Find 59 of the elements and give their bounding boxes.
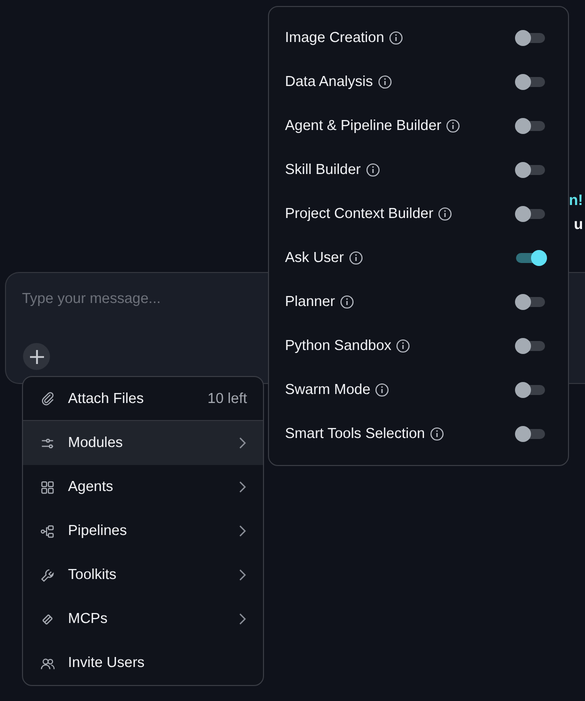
menu-item-label: Attach Files xyxy=(68,390,145,406)
plus-icon xyxy=(28,348,44,364)
chevron-icon xyxy=(238,437,246,449)
module-label: Smart Tools Selection xyxy=(285,426,425,442)
paperclip-icon xyxy=(40,391,55,406)
toggle-switch[interactable] xyxy=(516,121,545,131)
module-label: Agent & Pipeline Builder xyxy=(285,118,442,134)
toggle-switch[interactable] xyxy=(516,165,545,175)
menu-item-label: Toolkits xyxy=(68,567,118,583)
menu-item[interactable]: Toolkits xyxy=(23,553,263,597)
toggle-switch[interactable] xyxy=(516,341,545,351)
info-icon[interactable] xyxy=(389,31,404,45)
info-icon[interactable] xyxy=(366,163,380,177)
add-button[interactable] xyxy=(23,343,50,370)
info-icon[interactable] xyxy=(340,295,354,309)
menu-item-label: Pipelines xyxy=(68,523,128,539)
sliders-icon xyxy=(40,436,55,450)
info-icon[interactable] xyxy=(348,251,363,265)
menu-item[interactable]: Modules xyxy=(23,421,263,465)
module-label: Ask User xyxy=(285,250,344,266)
menu-item[interactable]: Agents xyxy=(23,465,263,509)
info-icon[interactable] xyxy=(375,383,390,397)
menu-item[interactable]: Pipelines xyxy=(23,509,263,553)
toggle-switch[interactable] xyxy=(516,385,545,395)
background-text: n! xyxy=(568,193,583,209)
chevron-icon xyxy=(238,613,246,625)
menu-item[interactable]: Invite Users xyxy=(23,641,263,685)
info-icon[interactable] xyxy=(430,427,444,441)
chevron-icon xyxy=(238,525,246,537)
module-label: Image Creation xyxy=(285,30,384,46)
toggle-switch[interactable] xyxy=(516,429,545,439)
toggle-switch[interactable] xyxy=(516,297,545,307)
module-label: Skill Builder xyxy=(285,162,361,178)
module-label: Swarm Mode xyxy=(285,382,370,398)
menu-item[interactable]: MCPs xyxy=(23,597,263,641)
files-left-count: 10 left xyxy=(208,390,247,406)
flow-icon xyxy=(40,524,55,538)
menu-item-label: MCPs xyxy=(68,611,108,627)
menu-item-label: Agents xyxy=(68,479,114,495)
module-label: Project Context Builder xyxy=(285,206,434,222)
background-text: u xyxy=(574,217,583,233)
menu-item-label: Invite Users xyxy=(68,655,146,671)
info-icon[interactable] xyxy=(446,119,460,133)
module-label: Python Sandbox xyxy=(285,338,392,354)
module-label: Data Analysis xyxy=(285,74,373,90)
chevron-icon xyxy=(238,569,246,581)
grid-icon xyxy=(40,480,55,494)
info-icon[interactable] xyxy=(378,75,392,89)
users-icon xyxy=(40,656,55,670)
info-icon[interactable] xyxy=(438,207,452,221)
toggle-switch[interactable] xyxy=(516,33,545,43)
menu-item-label: Modules xyxy=(68,435,124,451)
toggle-switch[interactable] xyxy=(516,77,545,87)
chevron-icon xyxy=(238,481,246,493)
info-icon[interactable] xyxy=(396,339,410,353)
toggle-switch[interactable] xyxy=(516,209,545,219)
wrench-icon xyxy=(40,568,55,582)
module-label: Planner xyxy=(285,294,335,310)
toggle-switch[interactable] xyxy=(516,253,545,263)
